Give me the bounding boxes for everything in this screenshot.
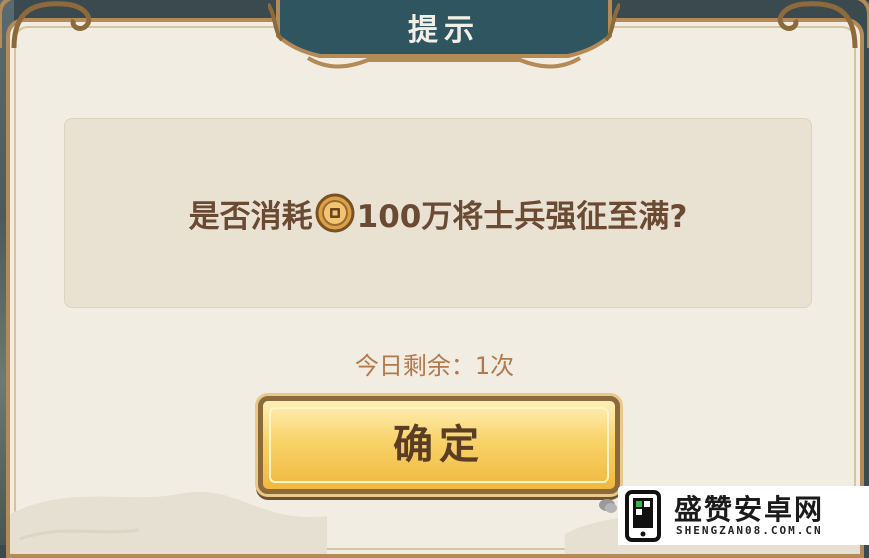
confirm-button-label: 确定 bbox=[393, 422, 485, 468]
site-watermark: 盛赞安卓网 SHENGZAN08.COM.CN bbox=[618, 486, 869, 545]
confirm-message: 是否消耗 100万将士兵强征至满? bbox=[64, 118, 812, 308]
message-text-prefix: 是否消耗 bbox=[188, 198, 313, 235]
left-corner-ornament bbox=[0, 0, 92, 49]
chat-icon bbox=[599, 499, 617, 513]
message-text-suffix: 100万将士兵强征至满? bbox=[356, 198, 688, 235]
watermark-title: 盛赞安卓网 bbox=[674, 493, 825, 526]
watermark-subtitle: SHENGZAN08.COM.CN bbox=[676, 524, 823, 537]
remaining-count: 今日剩余：1次 bbox=[354, 352, 515, 380]
coin-icon bbox=[315, 193, 355, 233]
phone-logo-icon bbox=[625, 490, 661, 542]
confirm-button[interactable]: 确定 bbox=[258, 396, 620, 494]
message-panel: 是否消耗 100万将士兵强征至满? bbox=[64, 118, 812, 308]
right-corner-ornament bbox=[777, 0, 869, 49]
dialog-title: 提示 bbox=[408, 13, 480, 48]
